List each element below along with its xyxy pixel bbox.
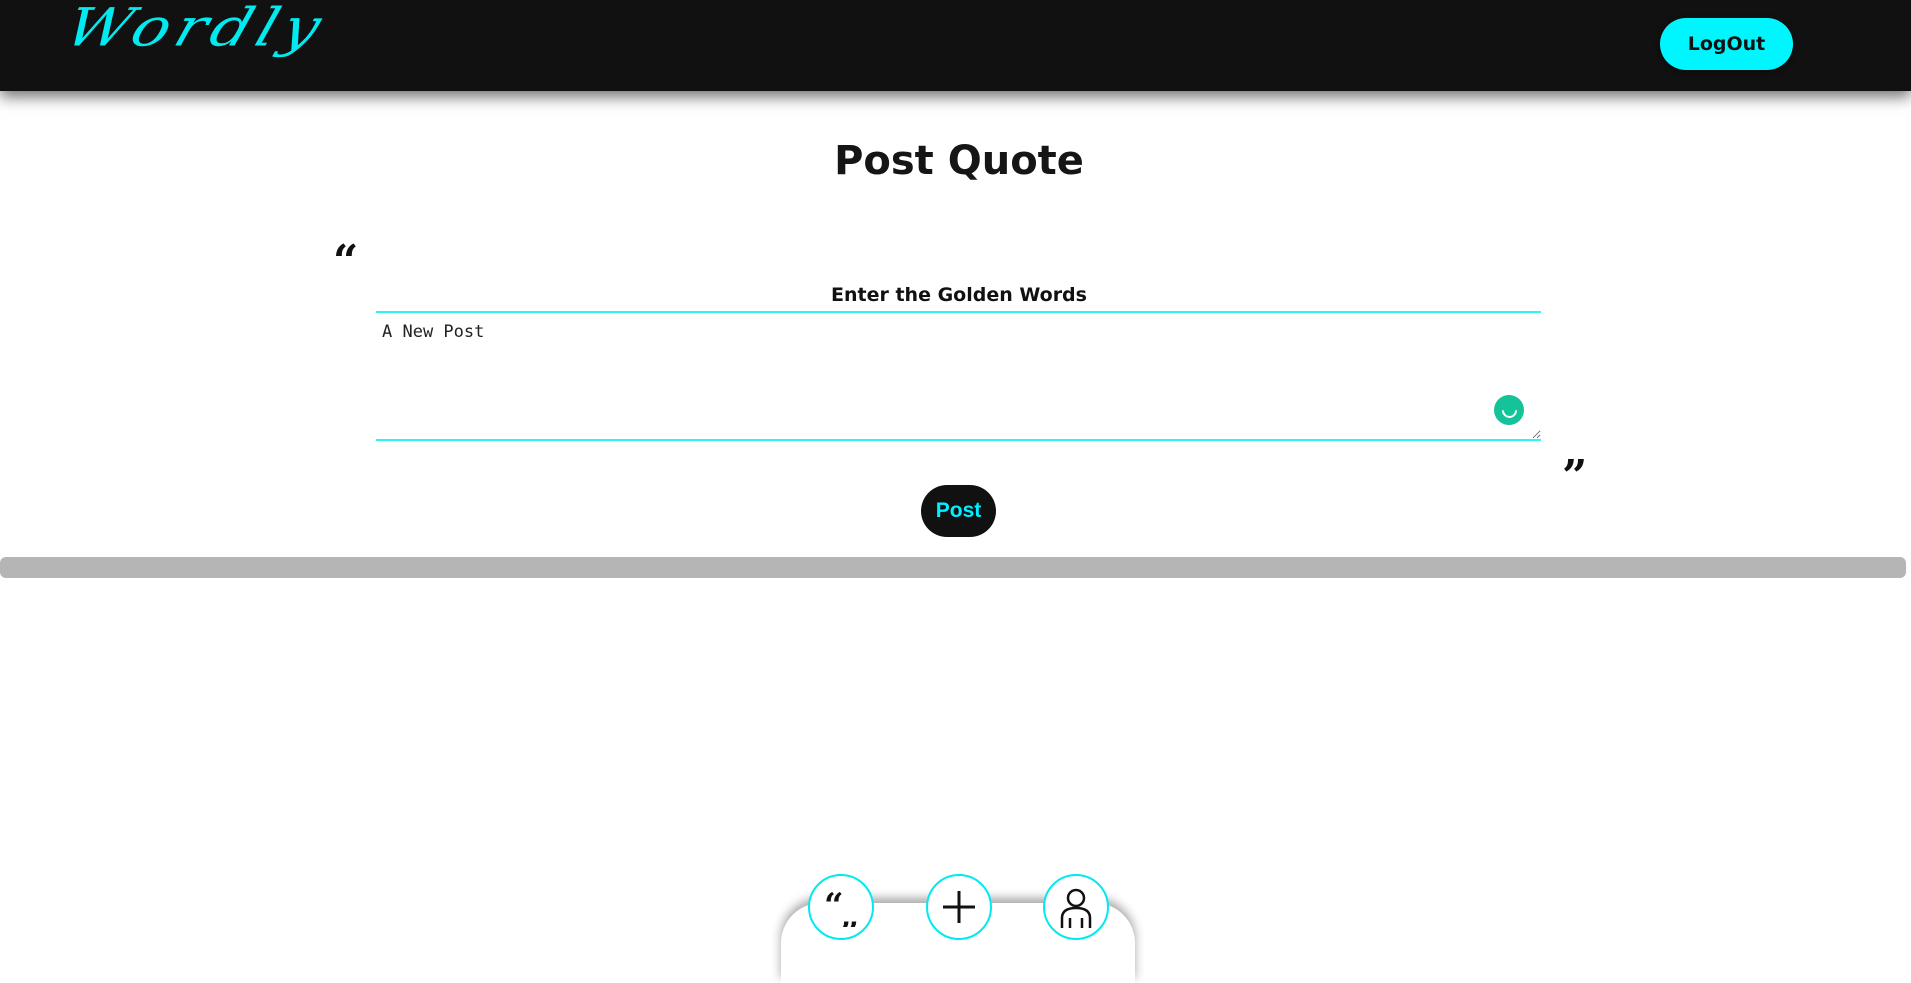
quotes-nav-button[interactable]: “ „	[808, 874, 874, 940]
quotes-icon: “ „	[824, 887, 860, 927]
quote-field-label: Enter the Golden Words	[831, 284, 1087, 306]
page-title: Post Quote	[834, 138, 1084, 184]
plus-icon	[943, 891, 975, 923]
add-post-nav-button[interactable]	[926, 874, 992, 940]
open-quote-icon: “	[333, 236, 359, 287]
profile-nav-button[interactable]	[1043, 874, 1109, 940]
logout-button[interactable]: LogOut	[1660, 18, 1793, 70]
user-icon	[1060, 888, 1092, 928]
post-button[interactable]: Post	[921, 485, 996, 537]
svg-text:„: „	[840, 896, 860, 927]
top-navbar: Wordly LogOut	[0, 0, 1911, 91]
horizontal-scrollbar[interactable]	[0, 557, 1906, 578]
close-quote-icon: ”	[1562, 451, 1588, 502]
app-logo[interactable]: Wordly	[58, 0, 335, 58]
grammar-assistant-icon[interactable]	[1494, 395, 1524, 425]
quote-textarea[interactable]: A New Post	[376, 311, 1541, 441]
